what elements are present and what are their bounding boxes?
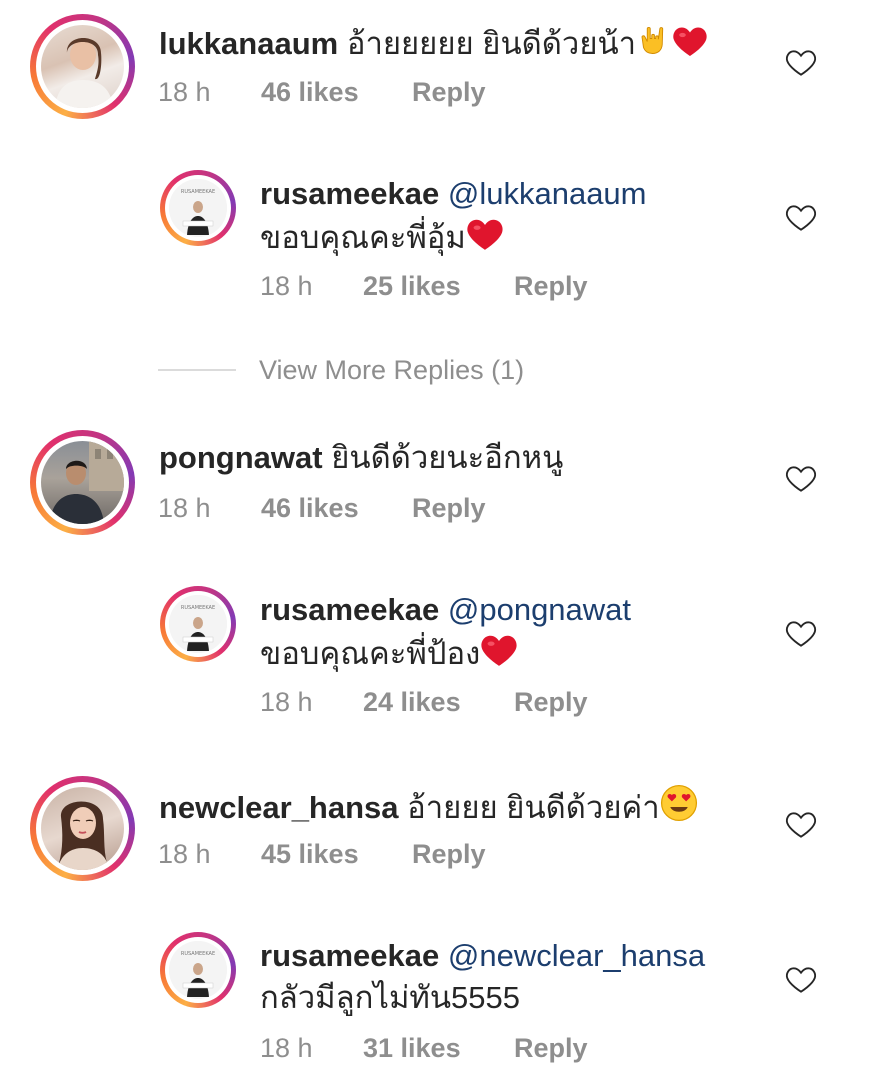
divider xyxy=(158,369,236,371)
reply-button[interactable]: Reply xyxy=(514,685,588,719)
avatar-photo-icon: RUSAMEEKAE xyxy=(169,941,227,999)
reply-username[interactable]: rusameekae xyxy=(260,176,439,211)
reply-text: กลัวมีลูกไม่ทัน5555 xyxy=(260,980,520,1015)
reply-button[interactable]: Reply xyxy=(514,269,588,303)
reply-time: 18 h xyxy=(260,1033,313,1063)
reply-item: RUSAMEEKAE rusameekae @lukkanaaum ขอบคุณ… xyxy=(0,0,869,320)
mention-link[interactable]: @pongnawat xyxy=(448,592,631,627)
view-more-replies[interactable]: View More Replies (1) xyxy=(158,352,658,388)
reply-time: 18 h xyxy=(260,687,313,717)
mention-link[interactable]: @newclear_hansa xyxy=(448,938,705,973)
like-heart-icon[interactable] xyxy=(785,964,817,994)
avatar[interactable]: RUSAMEEKAE xyxy=(169,595,227,653)
likes-count[interactable]: 25 likes xyxy=(363,269,461,303)
reply-time: 18 h xyxy=(260,271,313,301)
likes-count[interactable]: 31 likes xyxy=(363,1031,461,1065)
reply-item: RUSAMEEKAE rusameekae @newclear_hansa กล… xyxy=(0,762,869,1082)
avatar-photo-icon: RUSAMEEKAE xyxy=(169,595,227,653)
reply-text: ขอบคุณคะพี่ป้อง xyxy=(260,636,481,671)
heart-emoji-icon xyxy=(466,216,504,252)
avatar-watermark: RUSAMEEKAE xyxy=(181,605,215,611)
avatar-watermark: RUSAMEEKAE xyxy=(181,951,215,957)
avatar[interactable]: RUSAMEEKAE xyxy=(169,941,227,999)
reply-item: RUSAMEEKAE rusameekae @pongnawat ขอบคุณค… xyxy=(0,416,869,736)
avatar-photo-icon: RUSAMEEKAE xyxy=(169,179,227,237)
avatar[interactable]: RUSAMEEKAE xyxy=(169,179,227,237)
view-more-replies-label[interactable]: View More Replies (1) xyxy=(259,352,524,388)
avatar-watermark: RUSAMEEKAE xyxy=(181,189,215,195)
reply-username[interactable]: rusameekae xyxy=(260,938,439,973)
like-heart-icon[interactable] xyxy=(785,618,817,648)
reply-username[interactable]: rusameekae xyxy=(260,592,439,627)
likes-count[interactable]: 24 likes xyxy=(363,685,461,719)
reply-text: ขอบคุณคะพี่อุ้ม xyxy=(260,220,466,255)
like-heart-icon[interactable] xyxy=(785,202,817,232)
mention-link[interactable]: @lukkanaaum xyxy=(448,176,647,211)
heart-emoji-icon xyxy=(480,632,518,668)
reply-button[interactable]: Reply xyxy=(514,1031,588,1065)
